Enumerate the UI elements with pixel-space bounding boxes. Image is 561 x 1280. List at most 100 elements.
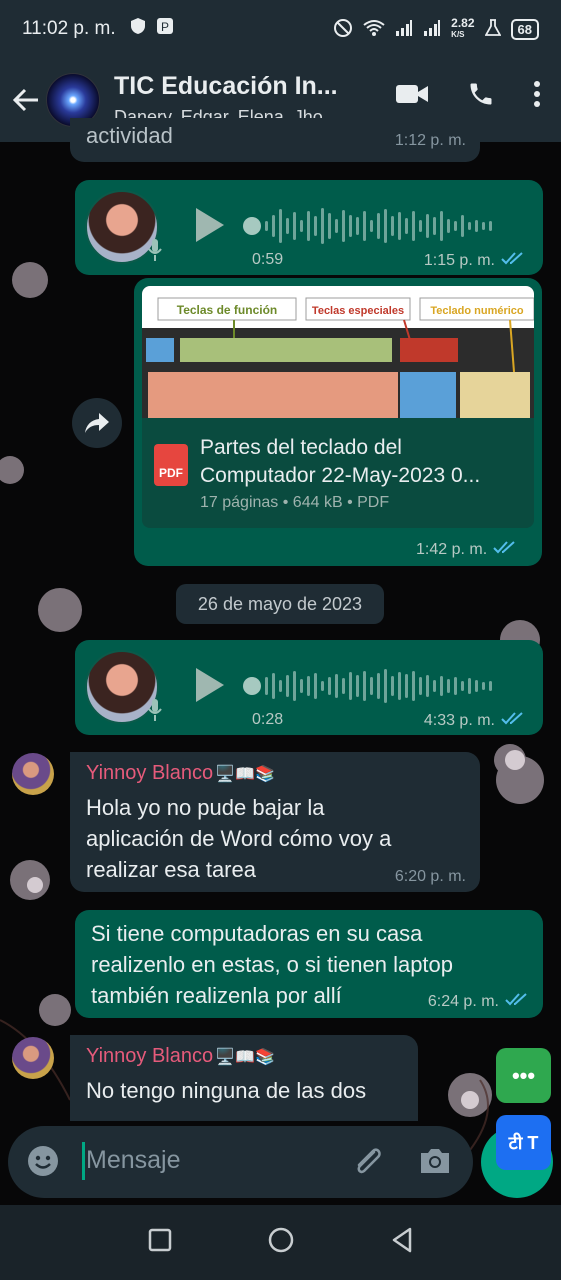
message-meta: 4:33 p. m. [424,711,525,730]
sender-name[interactable]: Yinnoy Blanco 🖥️📖📚 [86,762,275,785]
message-meta: 6:24 p. m. [428,992,529,1011]
document-title-line1: Partes del teclado del [200,436,402,459]
text-cursor [82,1142,85,1180]
message-bubble-partial[interactable]: actividad 1:12 p. m. [70,118,480,162]
audio-waveform[interactable] [265,202,492,250]
net-speed: 2.82 K/S [451,16,475,40]
home-button[interactable] [267,1226,295,1259]
double-check-icon [501,251,525,270]
circle-icon [268,1227,293,1253]
floating-app-button[interactable]: ••• [496,1048,551,1103]
clock: 11:02 p. m. [22,18,116,39]
voice-message-bubble[interactable]: 0:28 4:33 p. m. [75,640,543,735]
double-check-icon [493,540,517,559]
recents-button[interactable] [148,1228,172,1257]
incoming-message-bubble[interactable]: Yinnoy Blanco 🖥️📖📚 Hola yo no pude bajar… [70,752,480,892]
message-meta: 1:15 p. m. [424,251,525,270]
voice-call-button[interactable] [467,80,495,113]
message-input[interactable]: Mensaje [86,1146,181,1175]
voice-message-bubble[interactable]: 0:59 1:15 p. m. [75,180,543,275]
paperclip-icon [357,1148,381,1174]
camera-button[interactable] [418,1146,452,1181]
svg-text:P: P [161,20,169,34]
status-bar: 11:02 p. m. P 2.82 K/S 68 [0,0,561,58]
emoji-icon [28,1146,58,1176]
sender-name-text: Yinnoy Blanco [86,1045,214,1067]
arrow-left-icon [12,88,38,112]
message-time: 4:33 p. m. [423,711,495,729]
document-details: 17 páginas • 644 kB • PDF [200,494,390,511]
message-line: realizenlo en estas, o si tienen laptop [91,952,454,977]
pdf-file-icon: PDF [154,444,188,486]
document-title-line2: Computador 22-May-2023 0... [200,464,481,487]
outgoing-message-bubble[interactable]: Si tiene computadoras en su casa realize… [75,910,543,1018]
emoji-button[interactable] [26,1144,60,1183]
voice-duration: 0:59 [252,251,284,268]
keyboard-diagram: Teclas de función Teclas especiales Tecl… [142,286,534,418]
document-pages: 17 páginas [200,494,279,511]
sender-emoji: 🖥️📖📚 [215,765,275,783]
message-line: realizar esa tarea [86,857,256,882]
preview-label-numeric-keypad: Teclado numérico [430,305,524,317]
sender-avatar[interactable] [12,753,54,795]
back-button[interactable] [10,84,42,116]
wifi-icon [363,19,385,40]
message-meta: 1:42 p. m. [416,540,517,559]
message-time: 1:15 p. m. [423,251,495,269]
play-button[interactable] [193,666,227,709]
attach-button[interactable] [350,1144,384,1185]
message-text: Hola yo no pude bajar la aplicación de W… [86,792,391,885]
voice-duration: 0:28 [252,711,284,728]
forward-button[interactable] [72,398,122,448]
date-separator: 26 de mayo de 2023 [176,584,384,624]
signal-icon-1 [395,19,413,40]
more-vertical-icon [534,81,540,107]
playback-handle[interactable] [243,217,261,235]
play-button[interactable] [193,206,227,249]
message-line: aplicación de Word cómo voy a [86,826,392,851]
document-preview[interactable]: Teclas de función Teclas especiales Tecl… [142,286,534,418]
message-text: No tengo ninguna de las dos [86,1075,366,1106]
net-speed-value: 2.82 [451,16,475,30]
forward-arrow-icon [85,413,109,433]
document-title: Partes del teclado del Computador 22-May… [200,434,522,490]
audio-waveform[interactable] [265,662,492,710]
playback-handle[interactable] [243,677,261,695]
message-line: No tengo ninguna de las dos [86,1078,367,1103]
play-icon [196,668,224,702]
sender-avatar[interactable] [12,1037,54,1079]
message-line: Si tiene computadoras en su casa [91,921,423,946]
video-call-button[interactable] [395,82,429,111]
group-title: TIC Educación In... [114,72,338,100]
dnd-icon [333,18,353,41]
double-check-icon [501,711,525,730]
more-options-button[interactable] [533,81,541,112]
document-type: PDF [357,494,390,511]
document-info[interactable]: PDF Partes del teclado del Computador 22… [142,418,534,528]
message-line: también realizenla por allí [91,983,342,1008]
phone-icon [470,83,492,105]
translate-button[interactable]: टी T [496,1115,551,1170]
sender-name[interactable]: Yinnoy Blanco 🖥️📖📚 [86,1045,275,1068]
preview-label-special-keys: Teclas especiales [312,305,404,317]
document-size: 644 kB [292,494,343,511]
double-check-icon [505,992,529,1011]
message-text: actividad [86,123,173,148]
nav-back-button[interactable] [390,1227,414,1258]
message-time: 1:42 p. m. [416,540,488,558]
preview-label-function-keys: Teclas de función [177,303,277,317]
mic-icon [147,698,163,727]
app-notification-icon: P [156,17,174,41]
system-navigation-bar [0,1205,561,1280]
square-icon [148,1228,171,1252]
message-composer[interactable]: Mensaje [8,1126,473,1198]
incoming-message-bubble[interactable]: Yinnoy Blanco 🖥️📖📚 No tengo ninguna de l… [70,1035,418,1121]
triangle-back-icon [392,1227,411,1253]
play-icon [196,208,224,242]
message-time: 6:20 p. m. [394,868,466,885]
message-time: 6:24 p. m. [427,992,499,1010]
mic-icon [147,238,163,267]
camera-icon [421,1149,449,1173]
message-line: Hola yo no pude bajar la [86,795,325,820]
flask-icon [484,18,502,40]
